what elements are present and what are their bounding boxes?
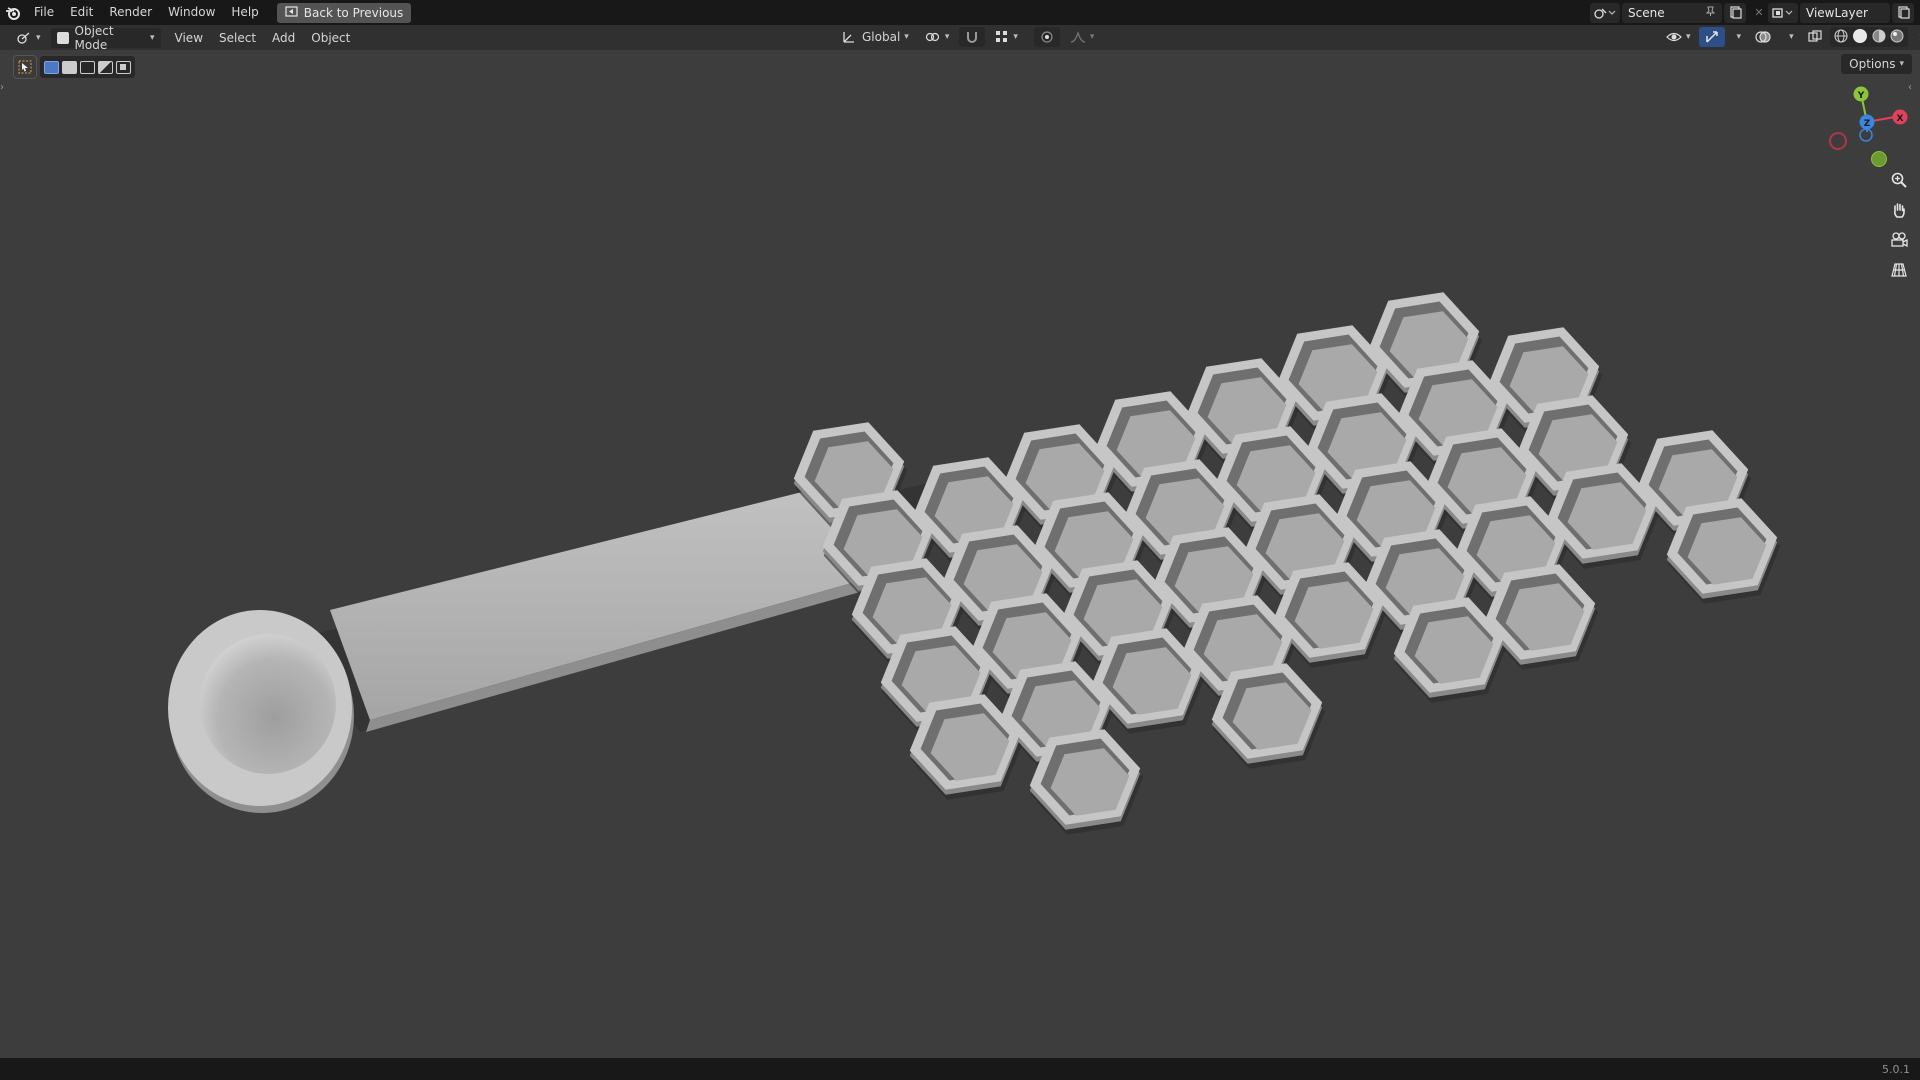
object-mode-label: Object Mode	[74, 23, 114, 52]
scene-name-field[interactable]: Scene	[1622, 2, 1722, 23]
new-view-layer-button[interactable]	[1892, 2, 1914, 23]
camera-view-icon[interactable]	[1888, 229, 1910, 251]
view-layer-name-field[interactable]: ViewLayer	[1800, 2, 1890, 23]
snap-toggle[interactable]	[959, 27, 986, 47]
transform-tools: Global ▾ ▾ ▾ ▾	[836, 27, 1100, 47]
tool-settings	[13, 55, 135, 79]
visibility-dropdown[interactable]: ▾	[1660, 27, 1697, 47]
transform-orientation-label: Global	[862, 30, 901, 44]
xray-icon	[1807, 30, 1822, 42]
gizmo-x-label: X	[1897, 114, 1904, 124]
magnet-icon	[967, 32, 978, 43]
menu-help[interactable]: Help	[223, 0, 266, 25]
honeycomb-paddle-model[interactable]	[0, 50, 1920, 1058]
select-tool-button[interactable]	[13, 55, 37, 79]
solid-shading-icon[interactable]	[1852, 28, 1868, 47]
object-mode-dropdown[interactable]: Object Mode ▾	[50, 24, 161, 52]
top-menu-bar: File Edit Render Window Help Back to Pre…	[0, 0, 1920, 25]
select-invert-icon[interactable]	[98, 60, 113, 74]
menu-edit[interactable]: Edit	[62, 0, 101, 25]
select-extend-icon[interactable]	[62, 60, 77, 74]
viewport-display-tools: ▾ ▾ ▾ ▾	[1660, 27, 1920, 47]
cursor-icon	[18, 60, 32, 74]
blender-logo-icon[interactable]	[0, 0, 26, 25]
scene-selector: Scene ✕	[1588, 2, 1770, 23]
view-layer-selector: ViewLayer ✕	[1766, 2, 1920, 23]
shading-dropdown[interactable]: ▾	[1910, 27, 1920, 47]
proportional-editing-toggle[interactable]	[1033, 27, 1060, 47]
viewport-header: ▾ Object Mode ▾ View Select Add Object G…	[0, 24, 1920, 52]
select-new-icon[interactable]	[44, 60, 59, 74]
selectability-icon	[1666, 32, 1682, 42]
back-to-previous-button[interactable]: Back to Previous	[276, 2, 412, 23]
snap-grid-icon	[996, 31, 1008, 42]
falloff-icon	[1070, 31, 1085, 43]
back-icon	[285, 5, 298, 20]
gizmo-y-label: Y	[1857, 91, 1865, 101]
menu-add[interactable]: Add	[266, 28, 301, 48]
editor-type-icon	[17, 32, 30, 44]
scene-browse-button[interactable]	[1590, 2, 1620, 23]
snap-target-dropdown[interactable]: ▾	[989, 27, 1024, 47]
view-layer-name: ViewLayer	[1806, 5, 1868, 20]
overlays-toggle[interactable]	[1749, 27, 1777, 47]
menu-file[interactable]: File	[26, 0, 62, 25]
overlays-icon	[1755, 31, 1771, 43]
back-to-previous-label: Back to Previous	[303, 5, 404, 20]
material-shading-icon[interactable]	[1872, 29, 1886, 46]
menu-object[interactable]: Object	[305, 28, 356, 48]
pivot-point-dropdown[interactable]: ▾	[919, 27, 956, 47]
menu-select[interactable]: Select	[213, 28, 262, 48]
shading-modes	[1829, 27, 1908, 47]
gizmo-z-label: Z	[1864, 119, 1871, 129]
zoom-icon[interactable]	[1888, 169, 1910, 191]
transform-orientation-dropdown[interactable]: Global ▾	[836, 27, 915, 47]
proportional-icon	[1041, 31, 1053, 43]
overlays-dropdown[interactable]: ▾	[1779, 27, 1800, 47]
selection-mode-group	[40, 56, 135, 78]
proportional-falloff-dropdown[interactable]: ▾	[1064, 27, 1101, 47]
menu-view[interactable]: View	[169, 28, 209, 48]
xray-toggle[interactable]	[1802, 27, 1828, 47]
options-dropdown[interactable]: Options ▾	[1841, 54, 1912, 74]
honeycomb-cells	[793, 292, 1781, 835]
rendered-shading-icon[interactable]	[1890, 29, 1904, 46]
toolbar-expand-icon[interactable]: ›	[0, 82, 10, 98]
new-scene-button[interactable]	[1724, 2, 1746, 23]
select-intersect-icon[interactable]	[116, 60, 131, 74]
editor-type-button[interactable]: ▾	[10, 28, 47, 48]
options-label: Options	[1849, 57, 1896, 71]
wireframe-shading-icon[interactable]	[1834, 28, 1848, 46]
object-mode-icon	[56, 31, 69, 44]
gizmo-toggle[interactable]	[1698, 27, 1725, 47]
pivot-icon	[925, 32, 939, 42]
paddle-handle	[168, 470, 940, 813]
scene-name: Scene	[1628, 5, 1665, 20]
menu-render[interactable]: Render	[101, 0, 160, 25]
gizmo-icon	[1705, 31, 1718, 43]
gizmo-dropdown[interactable]: ▾	[1727, 27, 1748, 47]
pan-hand-icon[interactable]	[1888, 199, 1910, 221]
select-subtract-icon[interactable]	[80, 60, 95, 74]
orientation-icon	[843, 32, 854, 43]
delete-view-layer-icon[interactable]: ✕	[1916, 3, 1920, 23]
perspective-grid-icon[interactable]	[1888, 259, 1910, 281]
3d-viewport[interactable]: Options ▾ › ‹ Y X Z	[0, 50, 1920, 1058]
menu-window[interactable]: Window	[160, 0, 223, 25]
navigation-gizmo[interactable]: Y X Z	[1818, 86, 1918, 176]
pin-icon[interactable]	[1705, 6, 1716, 20]
view-layer-browse-button[interactable]	[1768, 2, 1798, 23]
status-bar: 5.0.1	[0, 1058, 1920, 1080]
version-label: 5.0.1	[1882, 1062, 1910, 1076]
